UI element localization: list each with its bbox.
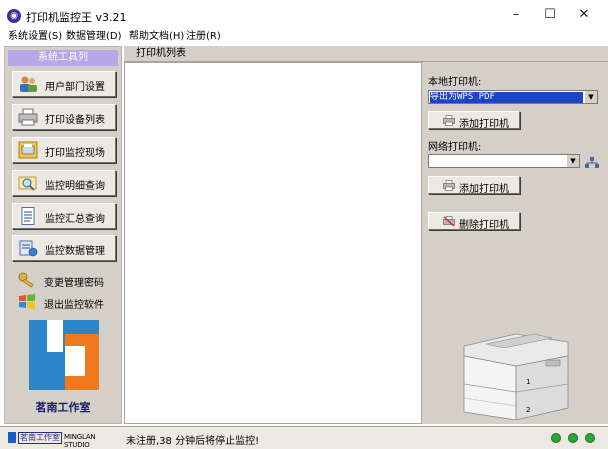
network-printer-select[interactable]: ▼ bbox=[428, 154, 580, 168]
status-bar: 茗南工作室 MINGLAN STUDIO 未注册,38 分钟后将停止监控! bbox=[0, 426, 608, 449]
network-browse-icon[interactable] bbox=[585, 157, 599, 169]
sidebar-item-label: 监控汇总查询 bbox=[45, 214, 105, 225]
sidebar-item-label: 打印设备列表 bbox=[45, 115, 105, 126]
network-printer-label: 网络打印机: bbox=[428, 142, 482, 153]
maximize-button[interactable]: ☐ bbox=[534, 4, 566, 26]
users-icon bbox=[20, 76, 37, 92]
local-printer-select[interactable]: 导出为WPS PDF ▼ bbox=[428, 90, 598, 104]
delete-printer-button[interactable]: 删除打印机 bbox=[428, 212, 520, 231]
printer-icon bbox=[18, 108, 38, 126]
window-title: 打印机监控王 v3.21 bbox=[26, 11, 127, 24]
change-admin-password-item[interactable]: 变更管理密码 bbox=[12, 269, 116, 291]
sidebar-header: 系统工具列 bbox=[8, 50, 118, 66]
print-monitor-live-button[interactable]: 打印监控现场 bbox=[12, 137, 116, 163]
printer-config-panel: 本地打印机: 导出为WPS PDF ▼ 添加打印机 网络打印机: ▼ 添加打印机 bbox=[422, 62, 608, 424]
logo-caption: 茗南工作室 bbox=[35, 401, 91, 414]
status-indicator-icon bbox=[585, 433, 595, 443]
printer-device-list-button[interactable]: 打印设备列表 bbox=[12, 104, 116, 130]
chevron-down-icon[interactable]: ▼ bbox=[584, 91, 597, 103]
status-message: 未注册,38 分钟后将停止监控! bbox=[126, 436, 260, 447]
monitor-summary-query-button[interactable]: 监控汇总查询 bbox=[12, 203, 116, 229]
delete-printer-label: 删除打印机 bbox=[459, 220, 509, 231]
local-printer-value: 导出为WPS PDF bbox=[430, 92, 583, 103]
tab-printer-list[interactable]: 打印机列表 bbox=[132, 46, 190, 62]
sidebar-item-label: 用户部门设置 bbox=[45, 82, 105, 93]
close-button[interactable]: ✕ bbox=[568, 4, 600, 26]
windows-exit-icon bbox=[19, 294, 35, 309]
sidebar: 系统工具列 用户部门设置 打印设备列表 打印监控现场 监控明细查询 监控汇总查询… bbox=[4, 46, 122, 424]
menu-bar: 系统设置(S) 数据管理(D) 帮助文档(H) 注册(R) bbox=[0, 30, 608, 44]
status-indicator-icon bbox=[551, 433, 561, 443]
search-details-icon bbox=[18, 176, 37, 191]
studio-cn-name: 茗南工作室 bbox=[18, 432, 62, 444]
data-manage-icon bbox=[19, 240, 38, 257]
studio-logo bbox=[29, 320, 99, 390]
key-icon bbox=[18, 272, 34, 288]
minimize-button[interactable]: – bbox=[500, 4, 532, 26]
summary-document-icon bbox=[21, 207, 35, 225]
local-printer-label: 本地打印机: bbox=[428, 77, 482, 88]
add-printer-label: 添加打印机 bbox=[459, 184, 509, 195]
studio-mini-logo bbox=[8, 432, 16, 443]
app-globe-icon: ◉ bbox=[7, 9, 21, 23]
monitor-data-management-button[interactable]: 监控数据管理 bbox=[12, 235, 116, 261]
sidebar-item-label: 退出监控软件 bbox=[44, 300, 104, 311]
chevron-down-icon[interactable]: ▼ bbox=[566, 155, 579, 167]
title-bar: ◉ 打印机监控王 v3.21 – ☐ ✕ bbox=[0, 0, 608, 30]
sidebar-item-label: 监控数据管理 bbox=[45, 246, 105, 257]
tab-bar: 打印机列表 bbox=[124, 46, 608, 62]
status-indicator-icon bbox=[568, 433, 578, 443]
monitor-details-query-button[interactable]: 监控明细查询 bbox=[12, 170, 116, 196]
menu-help-docs[interactable]: 帮助文档(H) bbox=[129, 30, 184, 44]
add-local-printer-button[interactable]: 添加打印机 bbox=[428, 111, 520, 130]
monitor-print-icon bbox=[18, 141, 38, 159]
network-printer-value bbox=[430, 156, 565, 167]
printer-icon bbox=[443, 180, 455, 191]
menu-data-management[interactable]: 数据管理(D) bbox=[66, 30, 122, 44]
add-network-printer-button[interactable]: 添加打印机 bbox=[428, 176, 520, 195]
menu-system-settings[interactable]: 系统设置(S) bbox=[8, 30, 62, 44]
tray-label: 2 bbox=[526, 406, 530, 414]
sidebar-item-label: 监控明细查询 bbox=[45, 181, 105, 192]
printer-illustration: 1 2 bbox=[463, 333, 569, 420]
printer-list[interactable] bbox=[124, 62, 422, 424]
sidebar-item-label: 打印监控现场 bbox=[45, 148, 105, 159]
user-department-settings-button[interactable]: 用户部门设置 bbox=[12, 71, 116, 97]
printer-icon bbox=[443, 115, 455, 126]
tray-label: 1 bbox=[526, 378, 530, 386]
add-printer-label: 添加打印机 bbox=[459, 119, 509, 130]
studio-en-name: MINGLAN STUDIO bbox=[64, 433, 96, 449]
menu-register[interactable]: 注册(R) bbox=[186, 30, 221, 44]
delete-printer-icon bbox=[443, 216, 455, 227]
status-studio-badge: 茗南工作室 MINGLAN STUDIO bbox=[4, 430, 123, 449]
exit-monitor-software-item[interactable]: 退出监控软件 bbox=[12, 291, 116, 313]
sidebar-item-label: 变更管理密码 bbox=[44, 278, 104, 289]
